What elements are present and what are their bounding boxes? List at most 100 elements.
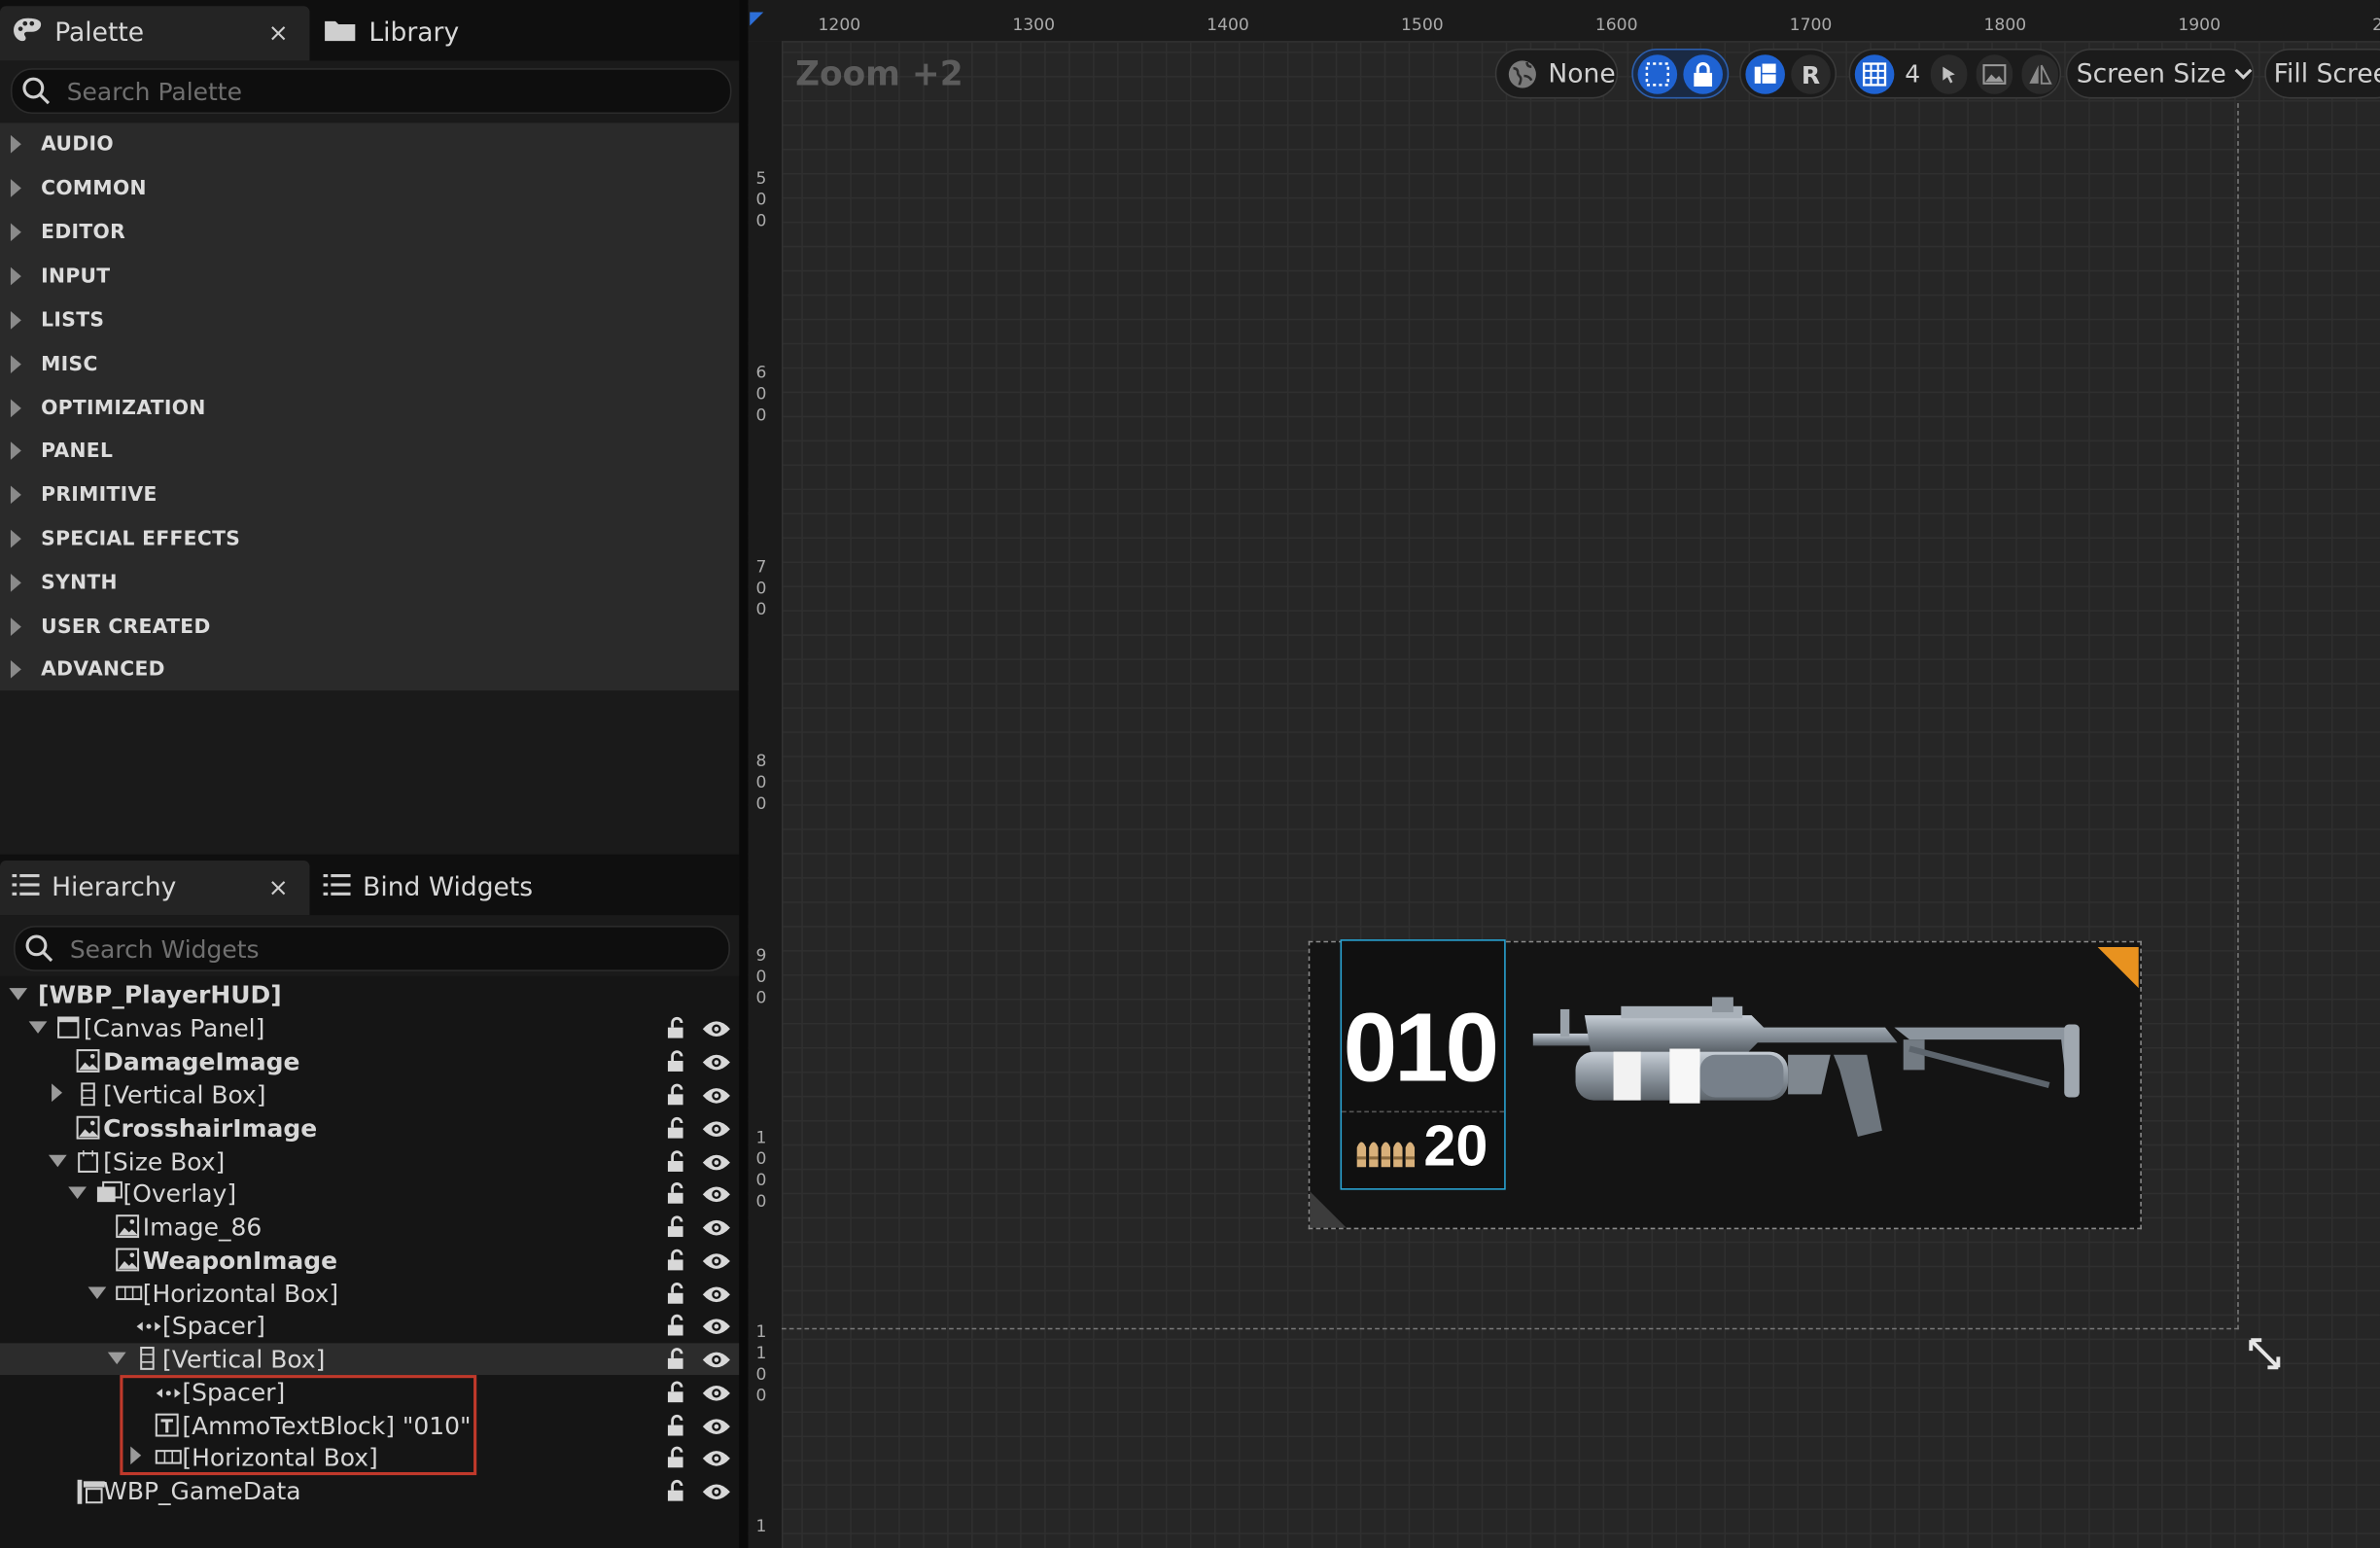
visibility-eye-icon[interactable] <box>701 1283 731 1312</box>
layout-mode-toggle[interactable] <box>1745 54 1785 94</box>
visibility-eye-icon[interactable] <box>701 1083 731 1112</box>
lock-icon[interactable] <box>665 1248 689 1278</box>
lock-icon[interactable] <box>665 1380 689 1410</box>
grid-snap-toggle[interactable] <box>1854 54 1895 94</box>
lock-icon[interactable] <box>665 1281 689 1311</box>
visibility-eye-icon[interactable] <box>701 1348 731 1377</box>
hierarchy-row[interactable]: [Canvas Panel] <box>0 1012 739 1044</box>
resize-handle-icon[interactable] <box>2247 1336 2283 1372</box>
lock-icon[interactable] <box>665 1015 689 1045</box>
tab-hierarchy[interactable]: Hierarchy × <box>0 860 310 916</box>
collapse-arrow-icon[interactable] <box>28 1021 48 1034</box>
hierarchy-row[interactable]: [Overlay] <box>0 1178 739 1210</box>
fill-screen-dropdown[interactable]: Fill Scree <box>2264 48 2380 99</box>
hierarchy-row[interactable]: WeaponImage <box>0 1245 739 1277</box>
collapse-arrow-icon[interactable] <box>107 1352 126 1365</box>
lock-toggle[interactable] <box>1683 54 1723 94</box>
hud-grey-corner <box>1310 1191 1347 1228</box>
palette-category[interactable]: MISC <box>0 343 739 386</box>
hierarchy-row[interactable]: [WBP_PlayerHUD] <box>0 979 739 1011</box>
visibility-eye-icon[interactable] <box>701 1381 731 1410</box>
visibility-eye-icon[interactable] <box>701 1249 731 1279</box>
grid-snap-value[interactable]: 4 <box>1905 59 1920 88</box>
size-box-icon <box>76 1149 100 1174</box>
designer-canvas[interactable] <box>748 0 2380 1548</box>
lock-icon[interactable] <box>665 1445 689 1475</box>
weapon-image[interactable] <box>1530 994 2092 1161</box>
palette-category[interactable]: INPUT <box>0 255 739 298</box>
lock-icon[interactable] <box>665 1214 689 1245</box>
visibility-eye-icon[interactable] <box>701 1182 731 1212</box>
lock-icon[interactable] <box>665 1180 689 1211</box>
palette-category[interactable]: USER CREATED <box>0 606 739 649</box>
palette-search-input[interactable] <box>63 75 708 108</box>
palette-category[interactable]: EDITOR <box>0 211 739 254</box>
collapse-arrow-icon[interactable] <box>48 1154 67 1168</box>
visibility-eye-icon[interactable] <box>701 1315 731 1344</box>
palette-category[interactable]: ADVANCED <box>0 648 739 690</box>
lock-icon[interactable] <box>665 1346 689 1376</box>
hierarchy-row[interactable]: [Vertical Box] <box>0 1079 739 1111</box>
image-icon <box>76 1049 100 1073</box>
ruler-top: 1200 1300 1400 1500 1600 1700 1800 1900 … <box>748 0 2380 43</box>
palette-category[interactable]: PANEL <box>0 430 739 473</box>
panel-splitter[interactable] <box>739 0 749 1548</box>
hierarchy-search-input[interactable] <box>66 932 711 965</box>
magazine-count[interactable]: 20 <box>1423 1115 1488 1180</box>
palette-category[interactable]: OPTIMIZATION <box>0 387 739 430</box>
ammo-text-block[interactable]: 010 <box>1344 991 1499 1103</box>
dashed-outline-toggle[interactable] <box>1637 54 1678 94</box>
hierarchy-row[interactable]: [Spacer] <box>0 1310 739 1342</box>
visibility-eye-icon[interactable] <box>701 1117 731 1146</box>
visibility-eye-icon[interactable] <box>701 1050 731 1079</box>
lock-icon[interactable] <box>665 1149 689 1179</box>
collapse-arrow-icon[interactable] <box>88 1286 107 1300</box>
flip-button[interactable] <box>2021 54 2058 94</box>
hierarchy-row[interactable]: CrosshairImage <box>0 1112 739 1144</box>
palette-category[interactable]: SPECIAL EFFECTS <box>0 517 739 560</box>
tab-bind-widgets[interactable]: Bind Widgets <box>311 861 614 915</box>
lock-icon[interactable] <box>665 1413 689 1443</box>
palette-category[interactable]: PRIMITIVE <box>0 474 739 516</box>
grid-icon <box>1862 62 1887 87</box>
lock-icon[interactable] <box>665 1478 689 1508</box>
hierarchy-search[interactable] <box>14 926 730 971</box>
respect-locks-button[interactable]: R <box>1791 54 1831 94</box>
background-image-button[interactable] <box>1976 54 2013 94</box>
lock-icon[interactable] <box>665 1082 689 1112</box>
lock-icon[interactable] <box>665 1049 689 1079</box>
palette-category[interactable]: COMMON <box>0 167 739 210</box>
collapse-arrow-icon[interactable] <box>68 1186 87 1200</box>
palette-category[interactable]: SYNTH <box>0 561 739 604</box>
hierarchy-row-label: CrosshairImage <box>103 1113 318 1143</box>
lock-icon[interactable] <box>665 1115 689 1145</box>
flip-icon <box>2029 64 2052 85</box>
palette-category[interactable]: LISTS <box>0 299 739 341</box>
lock-icon[interactable] <box>665 1313 689 1343</box>
hierarchy-row[interactable]: [Size Box] <box>0 1145 739 1178</box>
palette-category[interactable]: AUDIO <box>0 123 739 165</box>
localization-preview-dropdown[interactable]: None <box>1494 48 1619 99</box>
tab-library[interactable]: Library <box>311 6 614 60</box>
visibility-eye-icon[interactable] <box>701 1446 731 1475</box>
palette-search[interactable] <box>10 68 732 115</box>
select-mode-button[interactable] <box>1930 54 1968 94</box>
visibility-eye-icon[interactable] <box>701 1215 731 1245</box>
ruler-tick: 1 <box>755 1516 767 1536</box>
hud-orange-corner <box>2097 946 2139 989</box>
hierarchy-row[interactable]: Image_86 <box>0 1212 739 1244</box>
close-hierarchy-icon[interactable]: × <box>268 872 289 901</box>
visibility-eye-icon[interactable] <box>701 1017 731 1046</box>
visibility-eye-icon[interactable] <box>701 1415 731 1444</box>
expand-arrow-icon[interactable] <box>52 1083 63 1103</box>
screen-size-dropdown[interactable]: Screen Size <box>2065 48 2255 99</box>
tab-palette[interactable]: Palette × <box>0 6 310 61</box>
hierarchy-row[interactable]: DamageImage <box>0 1045 739 1077</box>
hierarchy-row[interactable]: [Horizontal Box] <box>0 1278 739 1310</box>
hierarchy-row[interactable]: [Vertical Box] <box>0 1343 740 1377</box>
close-palette-icon[interactable]: × <box>268 18 289 48</box>
visibility-eye-icon[interactable] <box>701 1150 731 1179</box>
visibility-eye-icon[interactable] <box>701 1480 731 1509</box>
collapse-arrow-icon[interactable] <box>9 988 28 1001</box>
hierarchy-row[interactable]: WBP_GameData <box>0 1475 739 1507</box>
